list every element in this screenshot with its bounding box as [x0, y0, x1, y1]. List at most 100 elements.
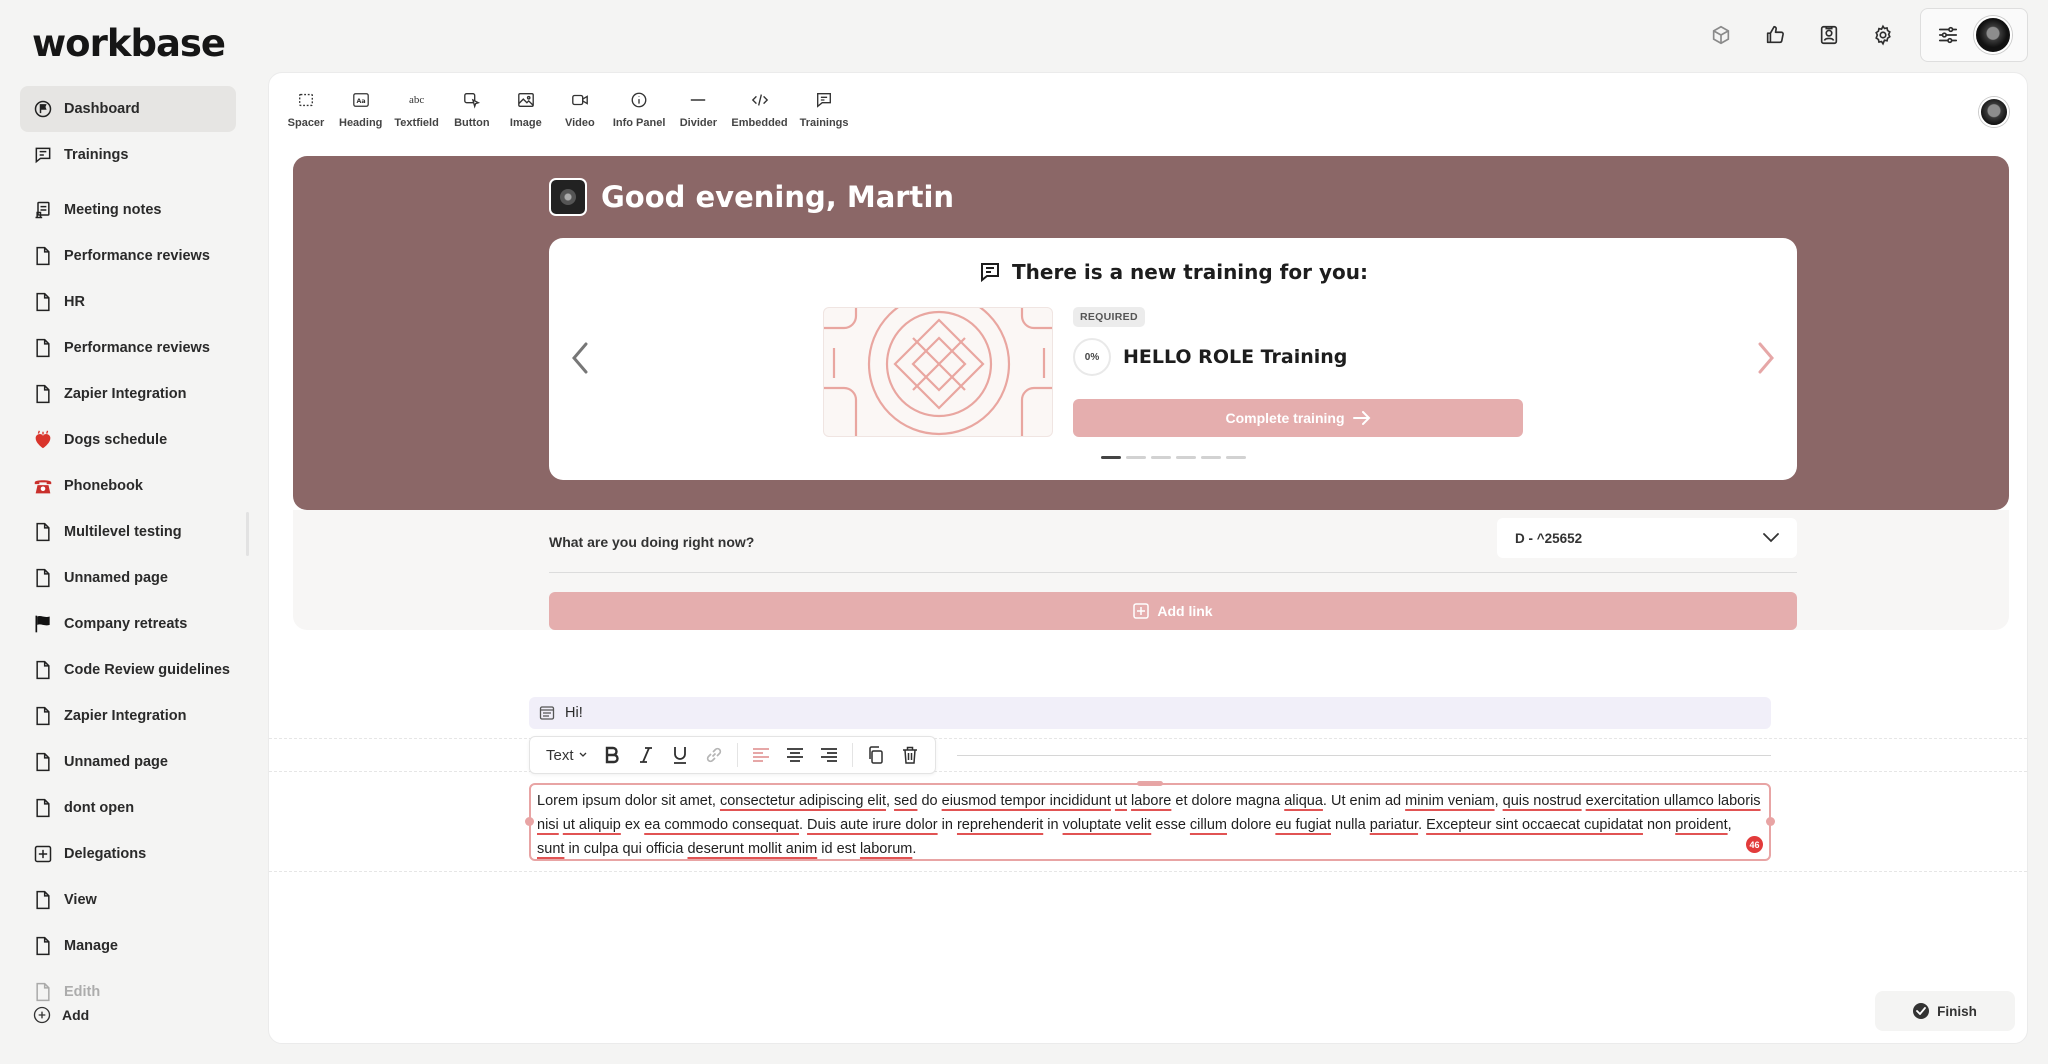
- underline-button[interactable]: [663, 740, 697, 770]
- sidebar-item-view[interactable]: View: [20, 877, 236, 923]
- sidebar-item-unnamed-page[interactable]: Unnamed page: [20, 555, 236, 601]
- training-progress: 0%: [1073, 338, 1111, 376]
- text-block-editor[interactable]: Lorem ipsum dolor sit amet, consectetur …: [525, 783, 1775, 861]
- spelling-error-count[interactable]: 46: [1746, 836, 1763, 853]
- misspelled-word[interactable]: quis nostrud: [1503, 793, 1582, 809]
- carousel-dot[interactable]: [1176, 456, 1196, 459]
- delete-button[interactable]: [893, 740, 927, 770]
- editor-avatar[interactable]: [1979, 97, 2009, 127]
- sliders-icon[interactable]: [1937, 24, 1959, 46]
- workbase-logo[interactable]: workbase: [32, 22, 226, 65]
- resize-handle[interactable]: [525, 817, 534, 826]
- sidebar-item-multilevel-testing[interactable]: Multilevel testing: [20, 509, 236, 555]
- misspelled-word[interactable]: voluptate velit: [1063, 817, 1152, 833]
- misspelled-word[interactable]: proident: [1675, 817, 1727, 833]
- thumbs-up-icon[interactable]: [1748, 8, 1802, 62]
- hero-block[interactable]: Good evening, Martin There is a new trai…: [293, 156, 2009, 510]
- info-panel-block[interactable]: Hi!: [529, 697, 1771, 729]
- sidebar-item-label: Multilevel testing: [64, 524, 182, 540]
- tool-embedded[interactable]: Embedded: [727, 91, 791, 129]
- sidebar-item-zapier-integration-2[interactable]: Zapier Integration: [20, 693, 236, 739]
- training-title[interactable]: HELLO ROLE Training: [1123, 346, 1347, 368]
- sidebar-item-manage[interactable]: Manage: [20, 923, 236, 969]
- misspelled-word[interactable]: Excepteur sint occaecat cupidatat: [1426, 817, 1643, 833]
- sidebar-item-code-review-guidelines[interactable]: Code Review guidelines: [20, 647, 236, 693]
- page-icon: [32, 705, 54, 727]
- duplicate-button[interactable]: [859, 740, 893, 770]
- misspelled-word[interactable]: ut aliquip: [563, 817, 621, 833]
- resize-handle[interactable]: [1766, 817, 1775, 826]
- add-page-button[interactable]: Add: [32, 1005, 89, 1025]
- misspelled-word[interactable]: sunt: [537, 841, 564, 857]
- italic-icon: [639, 747, 652, 763]
- sidebar-item-performance-reviews-2[interactable]: Performance reviews: [20, 325, 236, 371]
- status-block: What are you doing right now? D - ^25652…: [293, 510, 2009, 630]
- misspelled-word[interactable]: consectetur adipiscing elit: [720, 793, 886, 809]
- carousel-dot[interactable]: [1101, 456, 1121, 459]
- link-button[interactable]: [697, 740, 731, 770]
- complete-training-button[interactable]: Complete training: [1073, 399, 1523, 437]
- cube-icon[interactable]: [1694, 8, 1748, 62]
- sidebar-item-delegations[interactable]: Delegations: [20, 831, 236, 877]
- sidebar-item-hr[interactable]: HR: [20, 279, 236, 325]
- tool-divider[interactable]: Divider: [673, 91, 723, 129]
- gear-icon[interactable]: [1856, 8, 1910, 62]
- sidebar-item-dogs-schedule[interactable]: Dogs schedule: [20, 417, 236, 463]
- sidebar-item-label: Code Review guidelines: [64, 662, 230, 678]
- misspelled-word[interactable]: sed: [894, 793, 917, 809]
- tool-info-panel[interactable]: Info Panel: [609, 91, 670, 129]
- tool-video[interactable]: Video: [555, 91, 605, 129]
- sidebar-item-dashboard[interactable]: Dashboard: [20, 86, 236, 132]
- carousel-dot[interactable]: [1126, 456, 1146, 459]
- align-center-button[interactable]: [778, 740, 812, 770]
- sidebar-item-performance-reviews[interactable]: Performance reviews: [20, 233, 236, 279]
- tool-label: Image: [509, 117, 542, 129]
- carousel-dot[interactable]: [1201, 456, 1221, 459]
- tool-button[interactable]: Button: [447, 91, 497, 129]
- user-avatar[interactable]: [1973, 16, 2012, 54]
- carousel-next-button[interactable]: [1751, 338, 1781, 378]
- misspelled-word[interactable]: eu fugiat: [1275, 817, 1331, 833]
- misspelled-word[interactable]: ut: [1115, 793, 1127, 809]
- misspelled-word[interactable]: Duis aute irure dolor: [807, 817, 938, 833]
- tool-image[interactable]: Image: [501, 91, 551, 129]
- misspelled-word[interactable]: cillum: [1190, 817, 1227, 833]
- contact-card-icon[interactable]: [1802, 8, 1856, 62]
- align-left-button[interactable]: [744, 740, 778, 770]
- misspelled-word[interactable]: ea commodo consequat: [644, 817, 799, 833]
- tool-spacer[interactable]: Spacer: [281, 91, 331, 129]
- text-type-select[interactable]: Text: [538, 747, 595, 764]
- misspelled-word[interactable]: minim veniam: [1405, 793, 1494, 809]
- text-run: ex: [620, 817, 645, 833]
- misspelled-word[interactable]: eiusmod tempor incididunt: [942, 793, 1111, 809]
- sidebar-item-zapier-integration[interactable]: Zapier Integration: [20, 371, 236, 417]
- misspelled-word[interactable]: pariatur: [1370, 817, 1418, 833]
- misspelled-word[interactable]: deserunt mollit anim: [687, 841, 817, 857]
- sidebar-item-phonebook[interactable]: Phonebook: [20, 463, 236, 509]
- add-link-button[interactable]: Add link: [549, 592, 1797, 630]
- carousel-prev-button[interactable]: [565, 338, 595, 378]
- bold-button[interactable]: [595, 740, 629, 770]
- align-right-button[interactable]: [812, 740, 846, 770]
- sidebar-item-unnamed-page-2[interactable]: Unnamed page: [20, 739, 236, 785]
- tool-heading[interactable]: Aa Heading: [335, 91, 386, 129]
- tool-textfield[interactable]: abc Textfield: [390, 91, 442, 129]
- carousel-dot[interactable]: [1151, 456, 1171, 459]
- sidebar-item-dont-open[interactable]: dont open: [20, 785, 236, 831]
- sidebar-item-company-retreats[interactable]: Company retreats: [20, 601, 236, 647]
- sidebar-item-trainings[interactable]: Trainings: [20, 132, 236, 178]
- sidebar-scrollbar[interactable]: [246, 512, 249, 556]
- sidebar-item-meeting-notes[interactable]: Meeting notes: [20, 187, 236, 233]
- carousel-dot[interactable]: [1226, 456, 1246, 459]
- misspelled-word[interactable]: laborum: [860, 841, 912, 857]
- training-thumbnail[interactable]: [823, 307, 1053, 437]
- misspelled-word[interactable]: reprehenderit: [957, 817, 1043, 833]
- tool-trainings[interactable]: Trainings: [796, 91, 853, 129]
- finish-button[interactable]: Finish: [1875, 991, 2015, 1031]
- italic-button[interactable]: [629, 740, 663, 770]
- user-menu[interactable]: [1920, 8, 2028, 62]
- misspelled-word[interactable]: aliqua: [1284, 793, 1323, 809]
- status-select[interactable]: D - ^25652: [1497, 518, 1797, 558]
- tool-label: Textfield: [394, 117, 439, 129]
- misspelled-word[interactable]: labore: [1131, 793, 1171, 809]
